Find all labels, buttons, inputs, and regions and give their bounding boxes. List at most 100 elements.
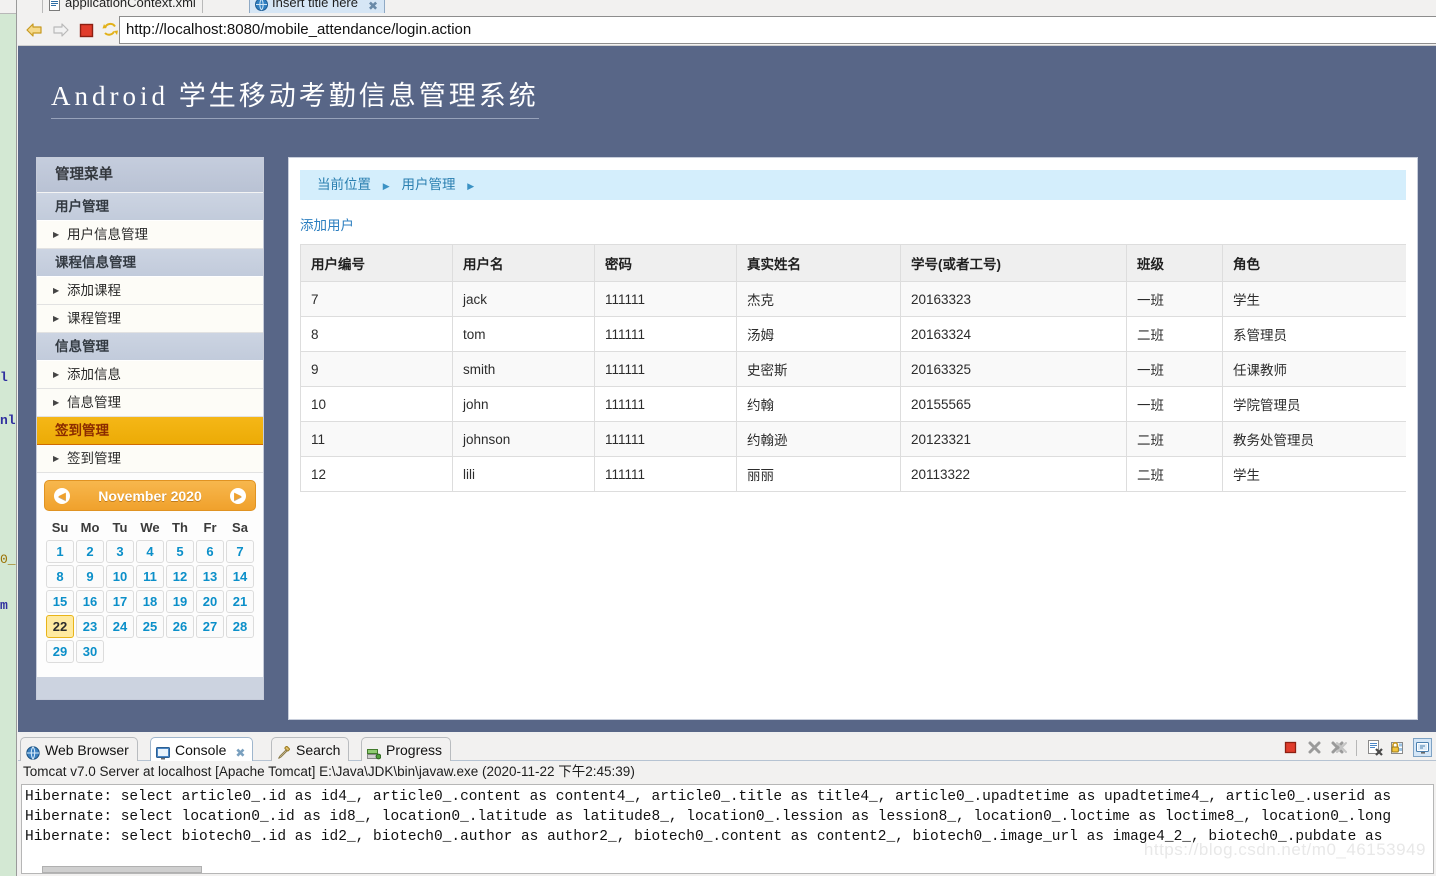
tab-search[interactable]: Search (271, 737, 350, 761)
table-column-header: 密码 (594, 244, 737, 282)
sidebar-item-info-mgmt[interactable]: 信息管理 (37, 389, 263, 417)
breadcrumb-separator-icon: ▶ (382, 181, 390, 191)
table-row[interactable]: 11 johnson 111111 约翰逊 20123321 二班 教务处管理员 (300, 421, 1406, 457)
url-input[interactable]: http://localhost:8080/mobile_attendance/… (119, 16, 1436, 44)
editor-tab-applicationcontext[interactable]: applicationContext.xml (42, 0, 203, 13)
table-row[interactable]: 7 jack 111111 杰克 20163323 一班 学生 (300, 281, 1406, 317)
calendar-day[interactable]: 17 (106, 590, 134, 613)
calendar-day[interactable]: 13 (196, 565, 224, 588)
calendar-day[interactable]: 25 (136, 615, 164, 638)
calendar-day[interactable]: 30 (76, 640, 104, 663)
calendar-day[interactable]: 5 (166, 540, 194, 563)
sidebar-item-user-info-mgmt[interactable]: 用户信息管理 (37, 221, 263, 249)
calendar-day[interactable]: 1 (46, 540, 74, 563)
breadcrumb-separator-icon: ▶ (467, 181, 475, 191)
view-tab-bar: Web Browser Console ✖ Search Progress (18, 735, 1436, 761)
sidebar-item-checkin-mgmt[interactable]: 签到管理 (37, 445, 263, 473)
table-row[interactable]: 12 lili 111111 丽丽 20113322 二班 学生 (300, 456, 1406, 492)
sidebar-item-add-course[interactable]: 添加课程 (37, 277, 263, 305)
sidebar-group-checkin-mgmt[interactable]: 签到管理 (37, 417, 263, 445)
console-horizontal-scrollbar[interactable] (42, 866, 202, 873)
calendar-day[interactable]: 21 (226, 590, 254, 613)
calendar-day[interactable]: 15 (46, 590, 74, 613)
table-cell: 111111 (594, 281, 737, 317)
scroll-lock-icon[interactable] (1389, 738, 1408, 757)
close-icon[interactable]: ✖ (235, 741, 245, 765)
table-cell: 111111 (594, 456, 737, 492)
table-cell: johnson (452, 421, 595, 457)
progress-icon (367, 743, 382, 760)
sidebar-group-course-info-mgmt[interactable]: 课程信息管理 (37, 249, 263, 277)
table-row[interactable]: 10 john 111111 约翰 20155565 一班 学院管理员 (300, 386, 1406, 422)
refresh-icon[interactable] (100, 21, 120, 39)
tab-progress[interactable]: Progress (361, 737, 452, 761)
sidebar-item-course-mgmt[interactable]: 课程管理 (37, 305, 263, 333)
forward-arrow-icon (50, 21, 70, 39)
globe-icon (255, 0, 268, 11)
sidebar-group-user-mgmt[interactable]: 用户管理 (37, 193, 263, 221)
calendar-day[interactable]: 28 (226, 615, 254, 638)
globe-icon (26, 743, 40, 760)
clear-console-icon[interactable] (1365, 738, 1384, 757)
table-cell: 一班 (1126, 386, 1223, 422)
sidebar-item-add-info[interactable]: 添加信息 (37, 361, 263, 389)
calendar-day[interactable]: 9 (76, 565, 104, 588)
remove-launch-icon[interactable] (1305, 738, 1324, 757)
calendar-empty-cell (136, 640, 164, 663)
calendar-day[interactable]: 6 (196, 540, 224, 563)
close-icon[interactable]: ✖ (368, 0, 378, 14)
chevron-left-icon[interactable]: ◀ (54, 488, 70, 504)
console-toolbar (1281, 738, 1432, 757)
pin-console-icon[interactable] (1413, 738, 1432, 757)
calendar-day[interactable]: 10 (106, 565, 134, 588)
calendar-day[interactable]: 23 (76, 615, 104, 638)
stop-icon[interactable] (76, 21, 96, 39)
calendar-day[interactable]: 20 (196, 590, 224, 613)
console-output[interactable]: Hibernate: select article0_.id as id4_, … (21, 784, 1434, 874)
calendar-day[interactable]: 7 (226, 540, 254, 563)
calendar-day[interactable]: 16 (76, 590, 104, 613)
calendar-day[interactable]: 29 (46, 640, 74, 663)
table-cell: lili (452, 456, 595, 492)
calendar-day[interactable]: 24 (106, 615, 134, 638)
console-line: Hibernate: select biotech0_.id as id2_, … (25, 829, 1383, 845)
calendar-day[interactable]: 11 (136, 565, 164, 588)
edge-fragment: nl (0, 413, 16, 428)
table-cell: 111111 (594, 351, 737, 387)
calendar-day-today[interactable]: 22 (46, 615, 74, 638)
calendar-week-row: 15 16 17 18 19 20 21 (46, 590, 254, 613)
calendar-day[interactable]: 8 (46, 565, 74, 588)
calendar-day[interactable]: 14 (226, 565, 254, 588)
user-table: 用户编号 用户名 密码 真实姓名 学号(或者工号) 班级 角色 7 jack 111111 杰克 2… (300, 244, 1406, 492)
chevron-right-icon[interactable]: ▶ (230, 488, 246, 504)
table-cell: 杰克 (736, 281, 901, 317)
calendar-day[interactable]: 26 (166, 615, 194, 638)
table-cell: 8 (300, 316, 453, 352)
editor-tab-insert-title-here[interactable]: Insert title here ✖ (249, 0, 385, 13)
breadcrumb-section-link[interactable]: 用户管理 (401, 177, 455, 192)
calendar-day[interactable]: 4 (136, 540, 164, 563)
back-arrow-icon[interactable] (24, 21, 44, 39)
table-row[interactable]: 8 tom 111111 汤姆 20163324 二班 系管理员 (300, 316, 1406, 352)
calendar-empty-cell (226, 640, 254, 663)
table-row[interactable]: 9 smith 111111 史密斯 20163325 一班 任课教师 (300, 351, 1406, 387)
table-cell: 7 (300, 281, 453, 317)
console-icon (156, 743, 170, 760)
calendar-day[interactable]: 19 (166, 590, 194, 613)
tab-console[interactable]: Console ✖ (150, 737, 254, 761)
calendar-day[interactable]: 3 (106, 540, 134, 563)
calendar-day[interactable]: 18 (136, 590, 164, 613)
remove-all-terminated-icon[interactable] (1329, 738, 1348, 757)
table-cell: 二班 (1126, 456, 1223, 492)
add-user-link[interactable]: 添加用户 (300, 214, 1417, 234)
calendar-day[interactable]: 2 (76, 540, 104, 563)
table-column-header: 真实姓名 (736, 244, 901, 282)
tab-web-browser[interactable]: Web Browser (20, 737, 138, 761)
calendar-empty-cell (106, 640, 134, 663)
terminate-icon[interactable] (1281, 738, 1300, 757)
editor-tab-label: applicationContext.xml (65, 0, 196, 10)
table-cell: 11 (300, 421, 453, 457)
calendar-day[interactable]: 12 (166, 565, 194, 588)
sidebar-group-info-mgmt[interactable]: 信息管理 (37, 333, 263, 361)
calendar-day[interactable]: 27 (196, 615, 224, 638)
